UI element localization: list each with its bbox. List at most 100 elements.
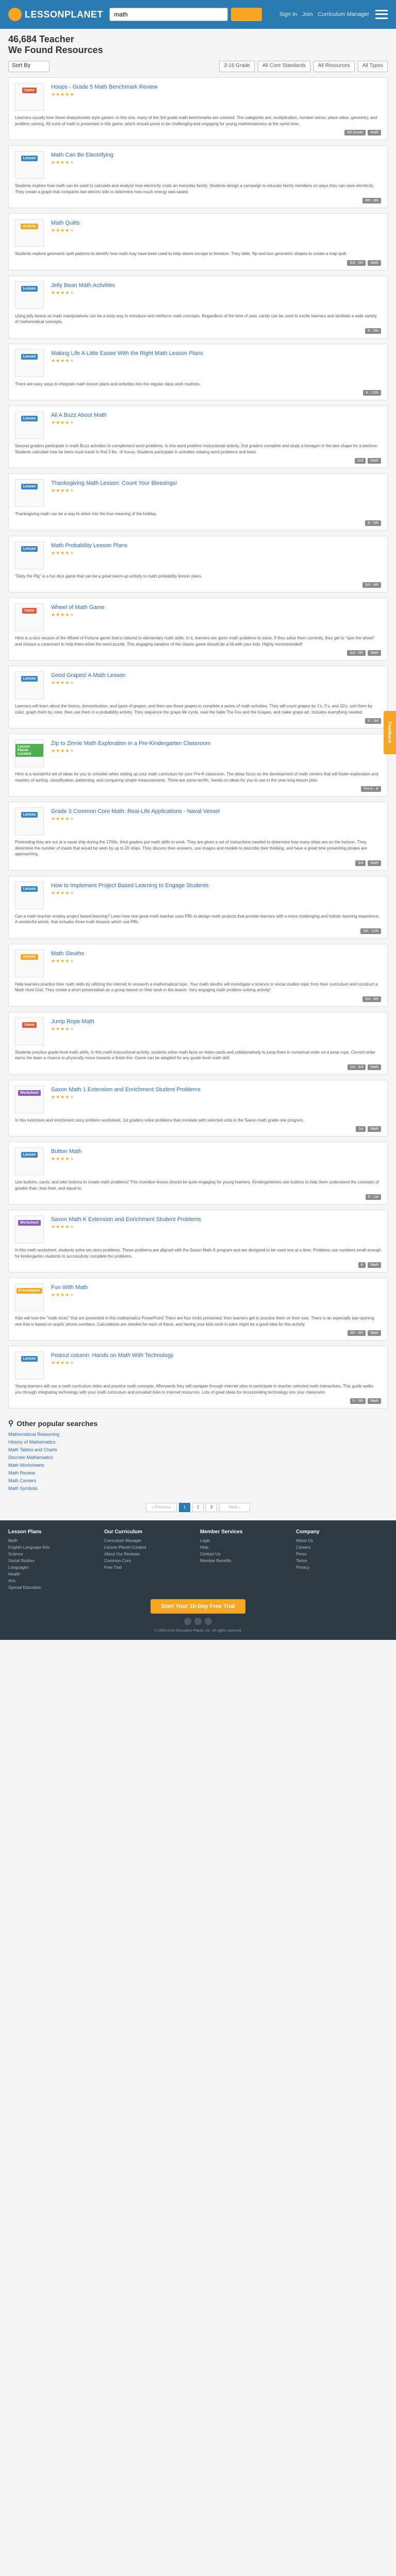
result-card[interactable]: Lesson Peanut column: Hands on Math With … [8,1346,388,1409]
twitter-icon[interactable] [194,1618,202,1625]
result-card[interactable]: Activity Math Sleuths ★★★★★ Help learners p… [8,943,388,1007]
result-card[interactable]: Lesson How to Implement Project Based Lea… [8,875,388,939]
other-search-link[interactable]: Mathematical Reasoning [8,1431,388,1438]
footer-link[interactable]: Curriculum Manager [104,1537,196,1544]
result-thumbnail[interactable]: Lesson [15,479,44,507]
result-card[interactable]: Lesson Math Can Be Electrifying ★★★★★ Stude… [8,145,388,208]
result-thumbnail[interactable]: Game [15,1017,44,1045]
result-card[interactable]: Lesson Making Life A Little Easier With t… [8,343,388,400]
logo[interactable]: LESSONPLANET [8,8,103,21]
page-2[interactable]: 2 [192,1503,204,1512]
result-thumbnail[interactable]: Game [15,603,44,631]
filter-types[interactable]: All Types [357,61,388,72]
footer-link[interactable]: Arts [8,1578,100,1584]
result-thumbnail[interactable]: Lesson [15,1147,44,1175]
result-thumbnail[interactable]: Lesson [15,671,44,699]
result-title[interactable]: Saxon Math K Extension and Enrichment St… [51,1216,201,1223]
result-title[interactable]: Fun With Math [51,1284,88,1291]
other-search-link[interactable]: Math Worksheets [8,1462,388,1469]
result-title[interactable]: Button Math [51,1148,81,1155]
result-thumbnail[interactable]: Worksheet [15,1085,44,1113]
result-thumbnail[interactable]: Game [15,83,44,111]
other-search-link[interactable]: Math Tables and Charts [8,1446,388,1454]
result-thumbnail[interactable]: Lesson [15,151,44,179]
other-search-link[interactable]: History of Mathematics [8,1438,388,1446]
result-thumbnail[interactable]: Lesson [15,411,44,439]
facebook-icon[interactable] [184,1618,191,1625]
search-input[interactable] [109,8,228,21]
result-title[interactable]: Saxon Math 1 Extension and Enrichment St… [51,1087,201,1093]
result-thumbnail[interactable]: Lesson [15,881,44,909]
result-title[interactable]: Math Quilts [51,220,80,226]
other-search-link[interactable]: Math Symbols [8,1485,388,1493]
result-title[interactable]: Good Grapes! A Math Lesson [51,672,125,679]
footer-link[interactable]: Lesson Planet Curated [104,1544,196,1551]
result-card[interactable]: Worksheet Saxon Math 1 Extension and Enri… [8,1079,388,1137]
footer-link[interactable]: Careers [296,1544,388,1551]
result-title[interactable]: Zip to Zinnie Math Exploration in a Pre-… [51,740,210,747]
result-title[interactable]: Wheel of Math Game [51,604,105,611]
result-card[interactable]: Lesson Good Grapes! A Math Lesson ★★★★★ Lea… [8,666,388,728]
result-card[interactable]: Game Hoops - Grade 5 Math Benchmark Revie… [8,77,388,140]
footer-link[interactable]: Free Trial [104,1564,196,1571]
footer-link[interactable]: About Our Reviews [104,1551,196,1557]
free-trial-button[interactable]: Start Your 10-Day Free Trial [151,1599,245,1614]
page-3[interactable]: 3 [206,1503,217,1512]
result-card[interactable]: Lesson Math Probability Lesson Plans ★★★★★… [8,535,388,592]
footer-link[interactable]: Math [8,1537,100,1544]
result-card[interactable]: Lesson Grade 3 Common Core Math: Real-Lif… [8,802,388,871]
result-thumbnail[interactable]: Worksheet [15,1215,44,1243]
result-thumbnail[interactable]: Lesson Planet Curated [15,739,44,767]
result-card[interactable]: Lesson Jelly Bean Math Activities ★★★★★ Usi… [8,275,388,338]
result-thumbnail[interactable]: Activity [15,949,44,977]
result-thumbnail[interactable]: Activity [15,219,44,247]
result-card[interactable]: Worksheet Saxon Math K Extension and Enri… [8,1210,388,1273]
result-card[interactable]: Lesson Thanksgiving Math Lesson: Count Yo… [8,473,388,531]
result-title[interactable]: Math Sleuths [51,951,84,957]
footer-link[interactable]: Contact Us [200,1551,292,1557]
search-button[interactable] [231,8,262,21]
result-card[interactable]: Lesson Button Math ★★★★★ Use buttons, cards… [8,1142,388,1205]
result-title[interactable]: Thanksgiving Math Lesson: Count Your Ble… [51,480,177,486]
footer-link[interactable]: About Us [296,1537,388,1544]
result-card[interactable]: Game Wheel of Math Game ★★★★★ Here is a nic… [8,598,388,660]
footer-link[interactable]: Login [200,1537,292,1544]
result-title[interactable]: Grade 3 Common Core Math: Real-Life Appl… [51,808,220,815]
result-title[interactable]: Math Can Be Electrifying [51,152,113,158]
result-title[interactable]: Math Probability Lesson Plans [51,543,127,549]
result-card[interactable]: Presentation Fun With Math ★★★★★ Kids will … [8,1278,388,1341]
result-card[interactable]: Activity Math Quilts ★★★★★ Students explore… [8,213,388,270]
prev-page-button[interactable]: « Previous [146,1503,177,1512]
footer-link[interactable]: Social Studies [8,1557,100,1564]
result-title[interactable]: How to Implement Project Based Learning … [51,883,209,889]
footer-link[interactable]: Health [8,1571,100,1578]
feedback-tab[interactable]: Feedback [384,711,396,754]
other-search-link[interactable]: Math Centers [8,1477,388,1485]
result-thumbnail[interactable]: Lesson [15,349,44,377]
result-thumbnail[interactable]: Lesson [15,1351,44,1379]
other-search-link[interactable]: Math Review [8,1469,388,1477]
footer-link[interactable]: Special Education [8,1584,100,1591]
result-card[interactable]: Lesson All A Buzz About Math ★★★★★ Second g… [8,405,388,468]
footer-link[interactable]: English Language Arts [8,1544,100,1551]
result-thumbnail[interactable]: Presentation [15,1283,44,1311]
footer-link[interactable]: Member Benefits [200,1557,292,1564]
other-search-link[interactable]: Discrete Mathematics [8,1454,388,1462]
nav-join[interactable]: Join [302,11,312,18]
sort-select[interactable]: Sort By [8,61,50,72]
result-title[interactable]: Hoops - Grade 5 Math Benchmark Review [51,84,158,90]
footer-link[interactable]: Terms [296,1557,388,1564]
result-card[interactable]: Game Jump Rope Math ★★★★★ Students practice… [8,1011,388,1075]
pinterest-icon[interactable] [205,1618,212,1625]
result-title[interactable]: Peanut column: Hands on Math With Techno… [51,1352,174,1359]
result-title[interactable]: All A Buzz About Math [51,412,107,418]
result-title[interactable]: Making Life A Little Easier With the Rig… [51,350,203,357]
footer-link[interactable]: Help [200,1544,292,1551]
footer-link[interactable]: Privacy [296,1564,388,1571]
filter-grade[interactable]: 3-16 Grade [219,61,255,72]
result-card[interactable]: Lesson Planet Curated Zip to Zinnie Math … [8,734,388,796]
filter-resources[interactable]: All Resources [313,61,355,72]
result-thumbnail[interactable]: Lesson [15,541,44,569]
footer-link[interactable]: Languages [8,1564,100,1571]
next-page-button[interactable]: Next » [219,1503,250,1512]
